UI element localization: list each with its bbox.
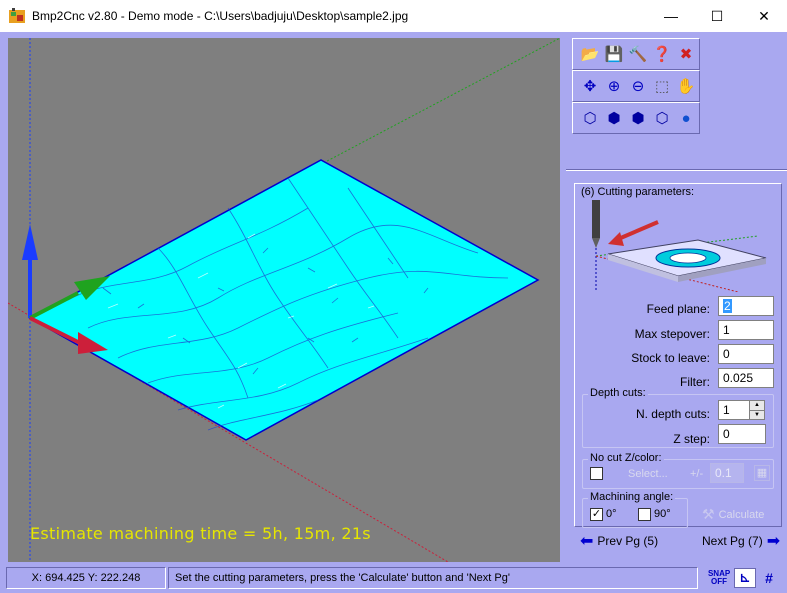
select-color-button[interactable]: Select... — [628, 468, 668, 480]
zoom-fit-icon[interactable]: ⬚ — [651, 75, 673, 97]
machining-angle-title: Machining angle: — [588, 491, 676, 503]
z-step-input[interactable]: 0 — [718, 424, 766, 444]
view-wire-icon[interactable]: ⬡ — [651, 107, 673, 129]
save-disk-icon[interactable]: 💾 — [603, 43, 625, 65]
title-bar: Bmp2Cnc v2.80 - Demo mode - C:\Users\bad… — [0, 0, 787, 32]
close-window-button[interactable]: ✕ — [741, 0, 787, 32]
spin-down-icon[interactable]: ▼ — [750, 411, 764, 420]
feed-plane-label: Feed plane: — [646, 302, 710, 316]
status-message: Set the cutting parameters, press the 'C… — [168, 567, 698, 589]
prev-page-button[interactable]: ⬅ Prev Pg (5) — [580, 531, 658, 551]
toolbar-row-file: 📂 💾 🔨 ❓ ✖ — [572, 38, 700, 70]
3d-viewport[interactable]: Estimate machining time = 5h, 15m, 21s — [8, 38, 560, 562]
z-step-label: Z step: — [673, 432, 710, 446]
zoom-in-icon[interactable]: ⊕ — [603, 75, 625, 97]
angle-0-label: 0° — [606, 508, 617, 520]
prev-page-label: Prev Pg (5) — [597, 534, 659, 548]
view-front-icon[interactable]: ⬢ — [603, 107, 625, 129]
toolbar-row-view: ✥ ⊕ ⊖ ⬚ ✋ — [572, 70, 700, 102]
status-bar: X: 694.425 Y: 222.248 Set the cutting pa… — [0, 565, 787, 593]
panel-divider — [566, 169, 787, 171]
stock-to-leave-label: Stock to leave: — [631, 351, 710, 365]
max-stepover-input[interactable]: 1 — [718, 320, 774, 340]
view-sphere-icon[interactable]: ● — [675, 107, 697, 129]
grid-toggle-icon[interactable]: # — [758, 568, 780, 588]
hammer-icon[interactable]: 🔨 — [627, 43, 649, 65]
arrow-right-icon: ➡ — [766, 533, 781, 550]
no-cut-tolerance-input[interactable]: 0.1 — [710, 463, 744, 483]
max-stepover-label: Max stepover: — [634, 327, 710, 341]
open-folder-icon[interactable]: 📂 — [579, 43, 601, 65]
minimize-button[interactable]: — — [648, 0, 694, 32]
calculate-button[interactable]: ⚒ Calculate — [702, 506, 764, 523]
view-side-icon[interactable]: ⬢ — [627, 107, 649, 129]
pan-hand-icon[interactable]: ✋ — [675, 75, 697, 97]
help-icon[interactable]: ❓ — [651, 43, 673, 65]
machining-time-estimate: Estimate machining time = 5h, 15m, 21s — [30, 524, 371, 543]
depth-cuts-title: Depth cuts: — [588, 387, 648, 399]
angle-90-checkbox[interactable] — [638, 508, 651, 521]
axis-view-icon[interactable]: ⊾ — [734, 568, 756, 588]
maximize-button[interactable]: ☐ — [694, 0, 740, 32]
calculate-icon: ⚒ — [702, 506, 715, 522]
angle-0-checkbox[interactable]: ✓ — [590, 508, 603, 521]
n-depth-cuts-label: N. depth cuts: — [635, 407, 710, 421]
coordinates-readout: X: 694.425 Y: 222.248 — [6, 567, 166, 589]
cutting-illustration — [592, 200, 767, 292]
zoom-out-icon[interactable]: ⊖ — [627, 75, 649, 97]
move-arrows-icon[interactable]: ✥ — [579, 75, 601, 97]
angle-90-label: 90° — [654, 508, 671, 520]
n-depth-cuts-input[interactable]: 1 — [718, 400, 750, 420]
spin-up-icon[interactable]: ▲ — [750, 401, 764, 411]
snap-toggle-icon[interactable]: SNAP OFF — [708, 568, 730, 588]
n-depth-cuts-spinner[interactable]: ▲ ▼ — [749, 400, 765, 420]
no-cut-title: No cut Z/color: — [588, 452, 664, 464]
color-picker-icon[interactable]: ▦ — [754, 465, 770, 481]
stock-to-leave-input[interactable]: 0 — [718, 344, 774, 364]
feed-plane-input[interactable]: 2 — [718, 296, 774, 316]
arrow-left-icon: ⬅ — [580, 533, 594, 550]
next-page-label: Next Pg (7) — [702, 534, 763, 548]
next-page-button[interactable]: Next Pg (7) ➡ — [702, 531, 780, 551]
no-cut-checkbox[interactable] — [590, 467, 603, 480]
plus-minus-label: +/- — [690, 468, 704, 480]
surface-mesh — [28, 159, 540, 441]
view-iso-icon[interactable]: ⬡ — [579, 107, 601, 129]
toolpath-preview — [8, 38, 560, 562]
calculate-label: Calculate — [718, 508, 765, 521]
window-title: Bmp2Cnc v2.80 - Demo mode - C:\Users\bad… — [32, 9, 409, 23]
toolbar-row-camera: ⬡ ⬢ ⬢ ⬡ ● — [572, 102, 700, 134]
filter-input[interactable]: 0.025 — [718, 368, 774, 388]
app-logo-icon — [9, 8, 25, 23]
exit-icon[interactable]: ✖ — [675, 43, 697, 65]
